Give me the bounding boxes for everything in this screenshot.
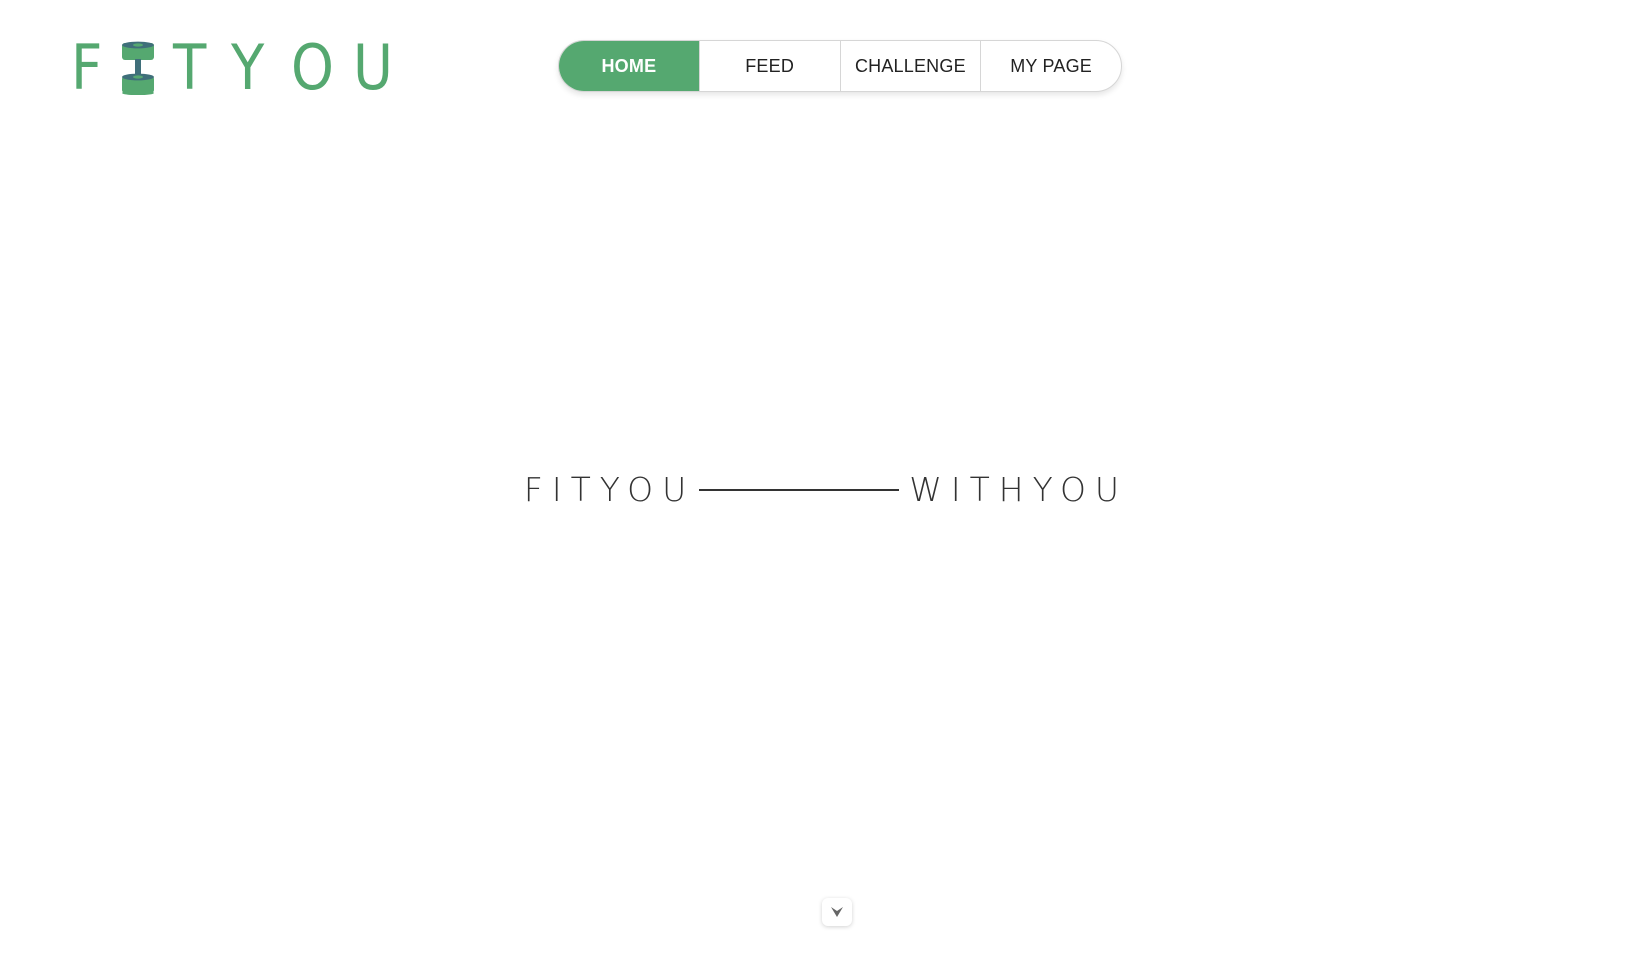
hero-left-word: FITYOU [523,470,696,509]
logo-letter-t: T [173,31,207,104]
logo-letter-f: F [71,31,103,104]
nav-my-page[interactable]: MY PAGE [980,41,1121,91]
home-page: F T Y O U HOME FEED CHALLENGE MY PAGE FI… [0,0,1652,957]
hero-tagline: FITYOU WITHYOU [0,470,1652,509]
main-nav: HOME FEED CHALLENGE MY PAGE [558,40,1122,92]
chevron-down-icon [831,907,843,917]
nav-challenge[interactable]: CHALLENGE [839,41,981,91]
logo-letter-o: O [291,31,334,104]
dumbbell-icon [122,41,154,95]
scroll-down-button[interactable] [822,898,852,926]
hero-divider [699,488,900,491]
logo[interactable]: F T Y O U [71,31,403,104]
nav-feed[interactable]: FEED [698,41,840,91]
logo-letter-y: Y [231,31,265,104]
logo-letter-u: U [353,31,393,104]
nav-home[interactable]: HOME [559,41,699,91]
hero-right-word: WITHYOU [909,470,1129,509]
